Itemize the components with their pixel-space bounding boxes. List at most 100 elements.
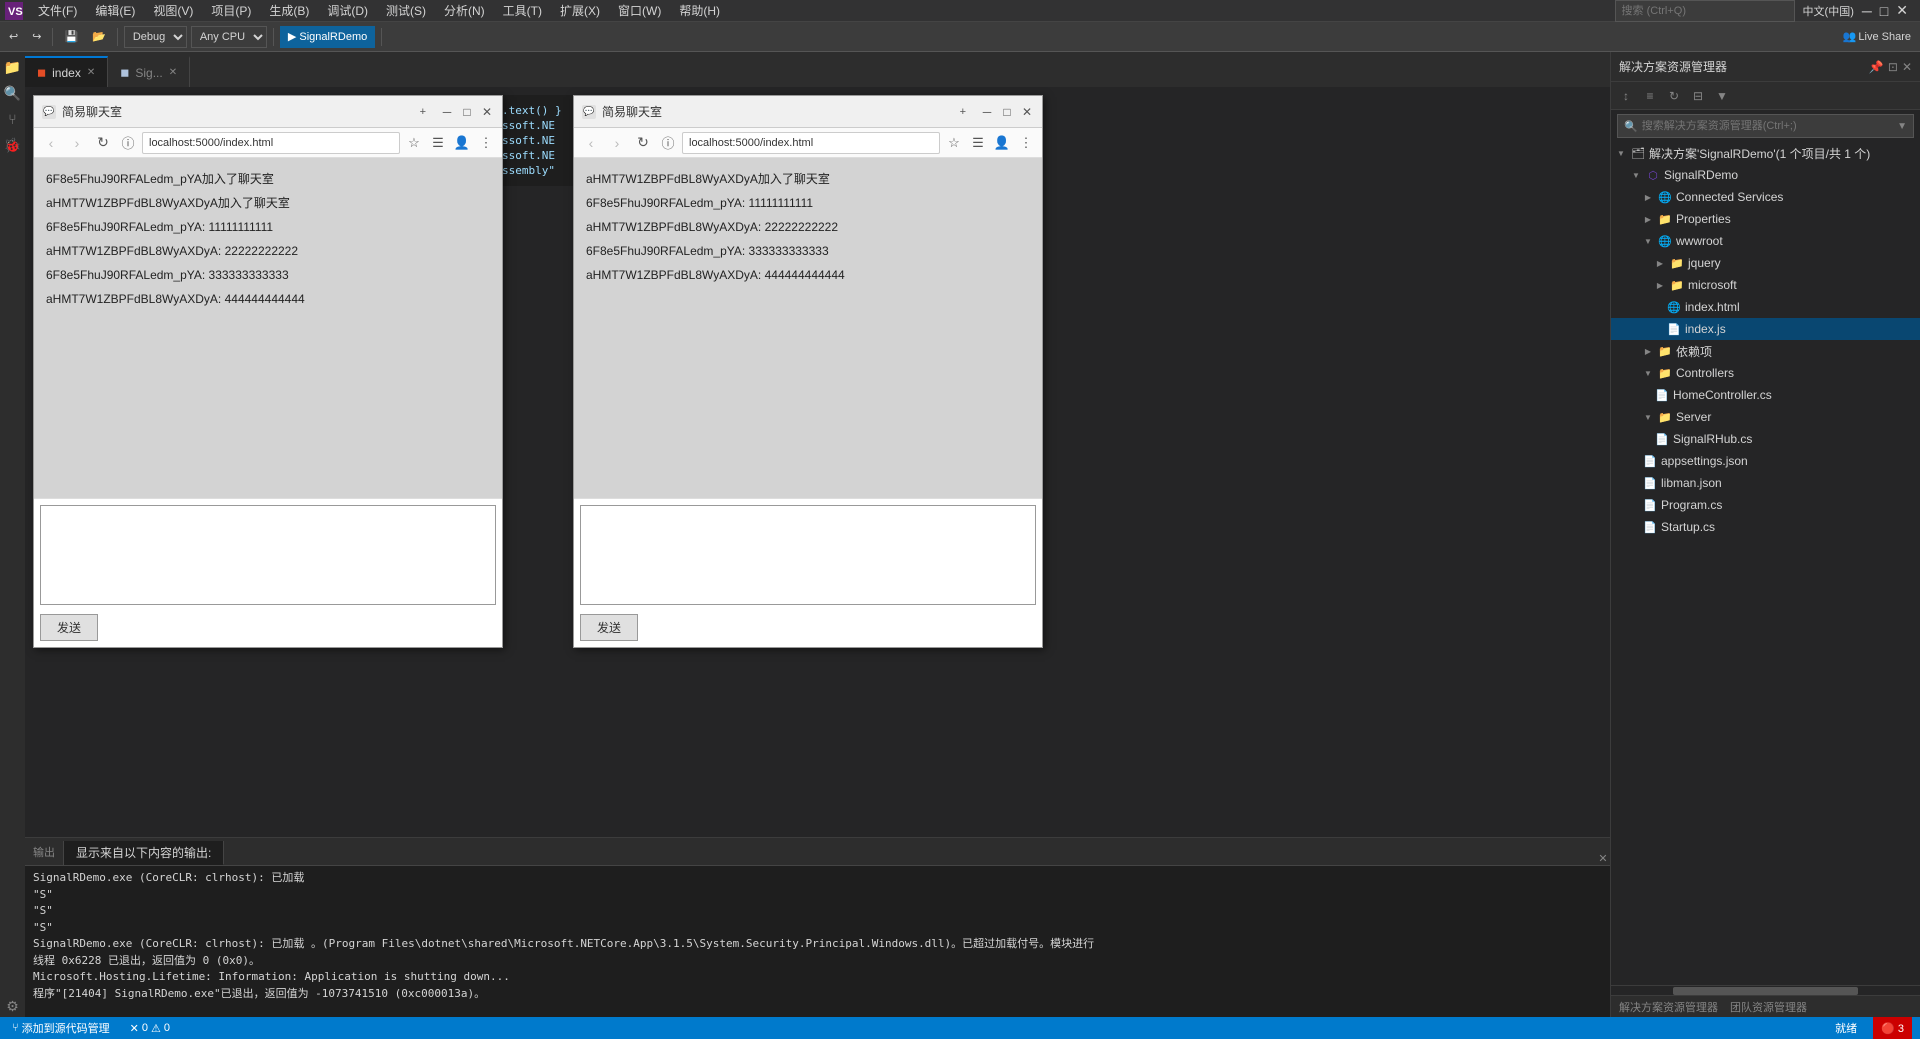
browser-1-close[interactable]: ✕ xyxy=(480,105,494,119)
explorer-icon[interactable]: 📁 xyxy=(2,56,24,78)
menu-edit[interactable]: 编辑(E) xyxy=(87,0,143,21)
open-btn[interactable]: 📂 xyxy=(87,26,111,48)
browser-2-back[interactable]: ‹ xyxy=(580,132,602,154)
browser-1-minimize[interactable]: ─ xyxy=(440,105,454,119)
browser-2-reader-icon[interactable]: ☰ xyxy=(968,133,988,153)
tree-startup[interactable]: 📄 Startup.cs xyxy=(1611,516,1920,538)
errors-status[interactable]: ✕ 0 ⚠ 0 xyxy=(126,1017,174,1039)
appsettings-label: appsettings.json xyxy=(1661,454,1748,468)
browser-1-send-btn[interactable]: 发送 xyxy=(40,614,98,641)
tree-index-html[interactable]: 🌐 index.html xyxy=(1611,296,1920,318)
menu-test[interactable]: 测试(S) xyxy=(378,0,434,21)
browser-2-account-icon[interactable]: 👤 xyxy=(992,133,1012,153)
browser-2-url-input[interactable] xyxy=(682,132,940,154)
solution-undock-icon[interactable]: ⊡ xyxy=(1888,60,1898,74)
tab-index[interactable]: ◼ index ✕ xyxy=(25,56,108,87)
tree-controllers[interactable]: ▼ 📁 Controllers xyxy=(1611,362,1920,384)
browser-1-account-icon[interactable]: 👤 xyxy=(452,133,472,153)
browser-2-bookmark-icon[interactable]: ☆ xyxy=(944,133,964,153)
solution-sync-btn[interactable]: ↕ xyxy=(1615,85,1637,107)
browser-1-menu-icon[interactable]: ⋮ xyxy=(476,133,496,153)
solution-filter-btn[interactable]: ▼ xyxy=(1711,85,1733,107)
menu-tools[interactable]: 工具(T) xyxy=(495,0,550,21)
browser-2-new-tab[interactable]: + xyxy=(960,106,966,118)
menu-window[interactable]: 窗口(W) xyxy=(610,0,669,21)
browser-2-minimize[interactable]: ─ xyxy=(980,105,994,119)
vs-search-input[interactable] xyxy=(1615,0,1795,22)
menu-project[interactable]: 项目(P) xyxy=(203,0,259,21)
team-explorer-bottom-tab[interactable]: 团队资源管理器 xyxy=(1730,999,1807,1015)
tree-solution-root[interactable]: ▼ 🗂 解决方案'SignalRDemo'(1 个项目/共 1 个) xyxy=(1611,142,1920,164)
browser-2-menu-icon[interactable]: ⋮ xyxy=(1016,133,1036,153)
error-indicator-label: 🔴 3 xyxy=(1881,1022,1904,1035)
browser-1-back[interactable]: ‹ xyxy=(40,132,62,154)
debug-config-dropdown[interactable]: Debug xyxy=(124,26,187,48)
browser-1-reader-icon[interactable]: ☰ xyxy=(428,133,448,153)
browser-1-url-input[interactable] xyxy=(142,132,400,154)
tree-properties[interactable]: ▶ 📁 Properties xyxy=(1611,208,1920,230)
menu-view[interactable]: 视图(V) xyxy=(145,0,201,21)
settings-icon[interactable]: ⚙ xyxy=(2,995,24,1017)
menu-build[interactable]: 生成(B) xyxy=(261,0,317,21)
output-tab-content[interactable]: 显示来自以下内容的输出: xyxy=(64,841,224,865)
solution-props-btn[interactable]: ≡ xyxy=(1639,85,1661,107)
output-close-btn[interactable]: ✕ xyxy=(1596,851,1610,865)
menu-file[interactable]: 文件(F) xyxy=(30,0,85,21)
tree-signalrhub[interactable]: 📄 SignalRHub.cs xyxy=(1611,428,1920,450)
browser-1-chat-input[interactable] xyxy=(40,505,496,605)
tree-program[interactable]: 📄 Program.cs xyxy=(1611,494,1920,516)
tab-close-sig[interactable]: ✕ xyxy=(169,67,177,78)
git-icon[interactable]: ⑂ xyxy=(2,108,24,130)
undo-btn[interactable]: ↩ xyxy=(4,26,23,48)
tree-libman[interactable]: 📄 libman.json xyxy=(1611,472,1920,494)
solution-collapse-btn[interactable]: ⊟ xyxy=(1687,85,1709,107)
solution-search-dropdown-icon[interactable]: ▼ xyxy=(1897,121,1907,132)
browser-1-bookmark-icon[interactable]: ☆ xyxy=(404,133,424,153)
tree-connected-services[interactable]: ▶ 🌐 Connected Services xyxy=(1611,186,1920,208)
tab-sig[interactable]: ◼ Sig... ✕ xyxy=(108,56,190,87)
git-branch-status[interactable]: ⑂ 添加到源代码管理 xyxy=(8,1017,114,1039)
browser-2-chat-input[interactable] xyxy=(580,505,1036,605)
browser-2-close[interactable]: ✕ xyxy=(1020,105,1034,119)
solution-close-icon[interactable]: ✕ xyxy=(1902,60,1912,74)
debug-icon[interactable]: 🐞 xyxy=(2,134,24,156)
solution-search-input[interactable] xyxy=(1642,120,1893,132)
live-share-btn[interactable]: 👥 Live Share xyxy=(1838,26,1916,48)
browser-2-send-btn[interactable]: 发送 xyxy=(580,614,638,641)
browser-1-forward[interactable]: › xyxy=(66,132,88,154)
save-btn[interactable]: 💾 xyxy=(59,26,83,48)
tree-wwwroot[interactable]: ▼ 🌐 wwwroot xyxy=(1611,230,1920,252)
tree-project[interactable]: ▼ ⬡ SignalRDemo xyxy=(1611,164,1920,186)
minimize-btn[interactable]: ─ xyxy=(1862,3,1872,19)
tree-microsoft[interactable]: ▶ 📁 microsoft xyxy=(1611,274,1920,296)
solution-explorer-bottom-tab[interactable]: 解决方案资源管理器 xyxy=(1619,999,1718,1015)
search-icon[interactable]: 🔍 xyxy=(2,82,24,104)
tree-homecontroller[interactable]: 📄 HomeController.cs xyxy=(1611,384,1920,406)
browser-2-refresh[interactable]: ↻ xyxy=(632,132,654,154)
solution-pin-icon[interactable]: 📌 xyxy=(1869,60,1884,74)
solution-refresh-btn[interactable]: ↻ xyxy=(1663,85,1685,107)
browser-1-refresh[interactable]: ↻ xyxy=(92,132,114,154)
solution-search-box[interactable]: 🔍 ▼ xyxy=(1617,114,1914,138)
tree-appsettings[interactable]: 📄 appsettings.json xyxy=(1611,450,1920,472)
platform-dropdown[interactable]: Any CPU xyxy=(191,26,267,48)
ready-label: 就绪 xyxy=(1835,1020,1857,1036)
close-btn[interactable]: ✕ xyxy=(1896,2,1908,19)
tree-jquery[interactable]: ▶ 📁 jquery xyxy=(1611,252,1920,274)
browser-2-maximize[interactable]: □ xyxy=(1000,105,1014,119)
menu-analyze[interactable]: 分析(N) xyxy=(436,0,493,21)
browser-1-maximize[interactable]: □ xyxy=(460,105,474,119)
menu-help[interactable]: 帮助(H) xyxy=(671,0,728,21)
properties-arrow: ▶ xyxy=(1642,213,1654,225)
tab-close-index[interactable]: ✕ xyxy=(87,67,95,78)
tree-server[interactable]: ▼ 📁 Server xyxy=(1611,406,1920,428)
tree-index-js[interactable]: 📄 index.js xyxy=(1611,318,1920,340)
tree-dependencies[interactable]: ▶ 📁 依赖项 xyxy=(1611,340,1920,362)
redo-btn[interactable]: ↪ xyxy=(27,26,46,48)
run-button[interactable]: ▶ SignalRDemo xyxy=(280,26,375,48)
browser-2-forward[interactable]: › xyxy=(606,132,628,154)
menu-extensions[interactable]: 扩展(X) xyxy=(552,0,608,21)
menu-debug[interactable]: 调试(D) xyxy=(319,0,376,21)
maximize-btn[interactable]: □ xyxy=(1880,3,1888,19)
browser-1-new-tab[interactable]: + xyxy=(420,106,426,118)
